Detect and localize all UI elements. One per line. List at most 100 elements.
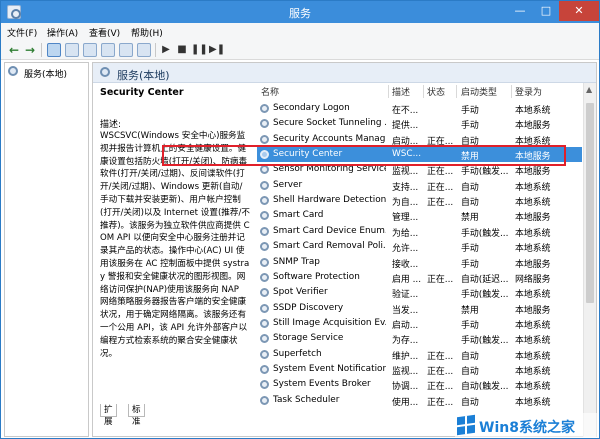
service-gear-icon — [260, 242, 269, 252]
service-row[interactable]: System Event Notification... 监视... 正在... 自动… — [257, 362, 582, 377]
service-row[interactable]: Storage Service 为存... 手动(触发... 本地系统 — [257, 331, 582, 346]
services-window: 服务 — □ ✕ 文件(F) 操作(A) 查看(V) 帮助(H) ← → ▶ ■… — [0, 0, 600, 439]
service-row[interactable]: Secondary Logon 在不... 手动 本地系统 — [257, 101, 582, 116]
stop-service-icon[interactable]: ■ — [175, 43, 189, 57]
service-gear-icon — [260, 150, 269, 160]
service-row[interactable]: Server 支持... 正在... 自动 本地系统 — [257, 178, 582, 193]
service-row[interactable]: Smart Card 管理... 禁用 本地服务 — [257, 208, 582, 223]
toolbar-separator — [155, 43, 156, 57]
properties-icon[interactable] — [65, 43, 79, 57]
service-name: Spot Verifier — [273, 287, 328, 298]
title-bar[interactable]: 服务 — □ ✕ — [1, 1, 599, 23]
watermark-text: Win8系统之家 — [479, 420, 575, 436]
service-description: 为存... — [392, 336, 419, 347]
export-list-icon[interactable] — [101, 43, 115, 57]
maximize-button[interactable]: □ — [533, 1, 559, 21]
service-startup-type: 自动 — [461, 397, 479, 408]
services-list: 名称 描述 状态 启动类型 登录为 Secondary Logon 在不... 手动… — [257, 83, 582, 437]
tree-item-label: 服务(本地) — [24, 70, 68, 80]
service-description: 管理... — [392, 213, 419, 224]
service-logon-as: 本地系统 — [515, 228, 551, 239]
help-icon[interactable] — [119, 43, 133, 57]
service-description: 启动... — [392, 136, 419, 147]
scroll-up-icon[interactable]: ▲ — [586, 85, 592, 94]
service-logon-as: 本地系统 — [515, 244, 551, 255]
service-name: SSDP Discovery — [273, 302, 344, 313]
minimize-button[interactable]: — — [507, 1, 533, 21]
service-description: 协调... — [392, 382, 419, 393]
service-description: 验证... — [392, 290, 419, 301]
service-row[interactable]: System Events Broker 协调... 正在... 自动(触发... 本地… — [257, 377, 582, 392]
service-row[interactable]: Spot Verifier 验证... 手动(触发... 本地系统 — [257, 285, 582, 300]
console-tree-icon[interactable] — [47, 43, 61, 57]
gear-icon — [8, 66, 18, 76]
service-logon-as: 本地系统 — [515, 397, 551, 408]
service-gear-icon — [260, 196, 269, 206]
back-arrow-icon[interactable]: ← — [7, 43, 21, 57]
column-header-description[interactable]: 描述 — [392, 85, 410, 99]
pause-service-icon[interactable]: ❚❚ — [191, 43, 208, 57]
service-name: Shell Hardware Detection — [273, 195, 386, 206]
service-status: 正在... — [427, 136, 454, 147]
forward-arrow-icon[interactable]: → — [23, 43, 37, 57]
service-row[interactable]: Sensor Monitoring Service 监视... 正在... 手动(触发… — [257, 162, 582, 177]
services-panel: 服务(本地) Security Center 描述: WSCSVC(Window… — [92, 62, 597, 437]
service-row[interactable]: Smart Card Device Enum... 为给... 手动(触发... 本地… — [257, 224, 582, 239]
service-row[interactable]: SNMP Trap 接收... 手动 本地服务 — [257, 255, 582, 270]
service-description: 为给... — [392, 228, 419, 239]
scrollbar-thumb[interactable] — [586, 103, 594, 303]
service-logon-as: 本地服务 — [515, 121, 551, 132]
tab-standard[interactable]: 标准 — [128, 404, 145, 427]
column-header-status[interactable]: 状态 — [427, 85, 445, 99]
service-row[interactable]: Security Center WSC... 禁用 本地服务 — [257, 147, 582, 163]
refresh-icon[interactable] — [83, 43, 97, 57]
service-row[interactable]: Still Image Acquisition Ev... 启动... 手动 本地系统 — [257, 316, 582, 331]
menu-help[interactable]: 帮助(H) — [131, 26, 163, 39]
service-row[interactable]: Software Protection 启用 ... 正在... 自动(延迟... 网络… — [257, 270, 582, 285]
column-separator — [456, 85, 457, 98]
service-gear-icon — [260, 349, 269, 359]
service-description: WSC... — [392, 149, 422, 160]
menu-action[interactable]: 操作(A) — [47, 26, 78, 39]
service-gear-icon — [260, 288, 269, 298]
service-gear-icon — [260, 257, 269, 267]
show-pane-icon[interactable] — [137, 43, 151, 57]
tab-extended[interactable]: 扩展 — [100, 404, 117, 427]
restart-service-icon[interactable]: ▶❚ — [209, 43, 225, 57]
service-logon-as: 网络服务 — [515, 274, 551, 285]
service-gear-icon — [260, 211, 269, 221]
column-header-name[interactable]: 名称 — [261, 85, 279, 99]
service-description: 支持... — [392, 182, 419, 193]
service-startup-type: 手动(触发... — [461, 167, 509, 178]
service-description: 启动... — [392, 320, 419, 331]
column-header-startup-type[interactable]: 启动类型 — [461, 85, 497, 99]
service-row[interactable]: Task Scheduler 使用... 正在... 自动 本地系统 — [257, 393, 582, 408]
service-row[interactable]: SSDP Discovery 当发... 禁用 本地服务 — [257, 301, 582, 316]
service-row[interactable]: Superfetch 维护... 正在... 自动 本地系统 — [257, 347, 582, 362]
service-status: 正在... — [427, 182, 454, 193]
service-gear-icon — [260, 226, 269, 236]
service-name: SNMP Trap — [273, 256, 320, 267]
service-startup-type: 手动(触发... — [461, 336, 509, 347]
service-name: Secure Socket Tunneling ... — [273, 118, 386, 129]
service-row[interactable]: Security Accounts Manag... 启动... 正在... 自动 本地… — [257, 132, 582, 147]
description-text: WSCSVC(Windows 安全中心)服务监视并报告计算机上的安全健康设置。健… — [100, 131, 250, 359]
service-status: 正在... — [427, 198, 454, 209]
service-row[interactable]: Smart Card Removal Poli... 允许... 手动 本地系统 — [257, 239, 582, 254]
service-status: 正在... — [427, 382, 454, 393]
description-pane: Security Center 描述: WSCSVC(Windows 安全中心)… — [100, 87, 252, 407]
panel-title: 服务(本地) — [117, 69, 170, 82]
menu-view[interactable]: 查看(V) — [89, 26, 120, 39]
windows-logo-icon — [457, 414, 475, 436]
menu-file[interactable]: 文件(F) — [7, 26, 37, 39]
service-row[interactable]: Secure Socket Tunneling ... 提供... 手动 本地服务 — [257, 116, 582, 131]
column-header-logon-as[interactable]: 登录为 — [515, 85, 542, 99]
close-button[interactable]: ✕ — [559, 1, 599, 21]
tree-item-local-services[interactable]: 服务(本地) — [8, 66, 88, 80]
service-row[interactable]: Shell Hardware Detection 为自... 正在... 自动 本地系统 — [257, 193, 582, 208]
service-name: System Events Broker — [273, 379, 371, 390]
gear-icon — [100, 67, 110, 77]
service-status: 正在... — [427, 366, 454, 377]
start-service-icon[interactable]: ▶ — [159, 43, 173, 57]
vertical-scrollbar[interactable]: ▲ — [583, 83, 596, 437]
